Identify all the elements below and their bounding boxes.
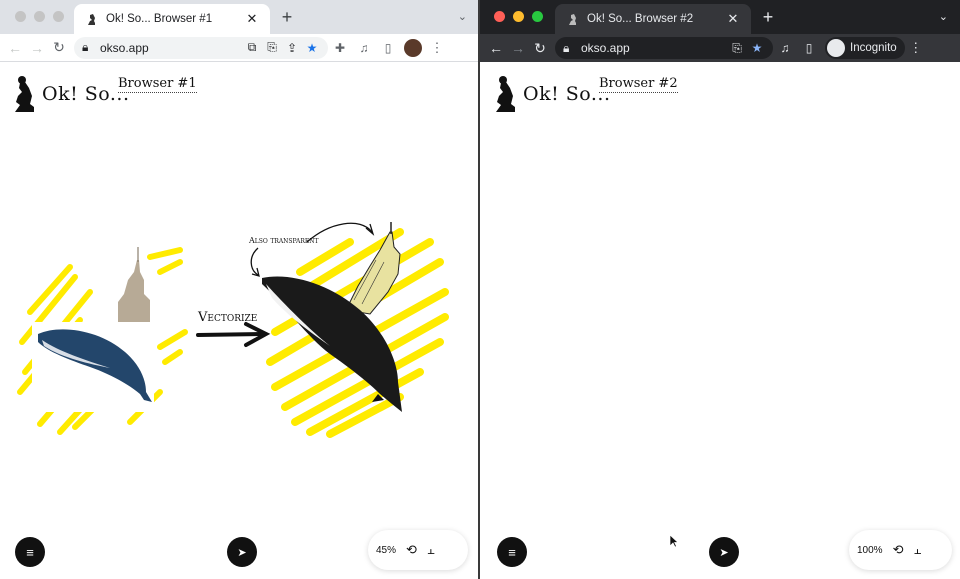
hamburger-icon: ≡	[26, 544, 34, 560]
media-controls-icon[interactable]: ♫	[773, 41, 797, 55]
open-external-icon[interactable]: ⧉	[242, 40, 262, 55]
tab-title: Ok! So... Browser #1	[106, 13, 213, 25]
zoom-level[interactable]: 100%	[857, 545, 883, 556]
navigate-button[interactable]: ➤	[227, 537, 257, 567]
vector-empire-state	[345, 222, 401, 315]
install-app-icon[interactable]: ⎘	[727, 41, 747, 56]
incognito-icon	[827, 39, 845, 57]
browser-toolbar: ← → ↻ 🔒︎ okso.app ⧉ ⎘ ⇪ ★ ✚ ♫ ▯ ⋮	[0, 34, 479, 62]
url-text: okso.app	[581, 41, 630, 55]
more-menu-icon[interactable]: ⋮	[428, 40, 446, 56]
chevron-down-icon[interactable]: ⌄	[458, 10, 467, 23]
navigate-button[interactable]: ➤	[709, 537, 739, 567]
thinker-favicon-icon	[569, 14, 576, 25]
forward-arrow-icon[interactable]: →	[507, 37, 529, 59]
menu-button[interactable]: ≡	[15, 537, 45, 567]
bookmark-star-icon[interactable]: ★	[747, 41, 767, 55]
close-tab-icon[interactable]: ✕	[725, 11, 741, 27]
zoom-level[interactable]: 45%	[376, 545, 396, 556]
side-panel-icon[interactable]: ▯	[797, 41, 821, 55]
history-icon[interactable]: ⟲	[406, 542, 417, 558]
browser-window-1: Ok! So... Browser #1 ✕ + ⌄ ← → ↻ 🔒︎ okso…	[0, 0, 479, 579]
board-canvas[interactable]: Ok! So... Browser #2 ≡ ➤ 100% ⟲ ⫠	[479, 62, 960, 579]
hamburger-icon: ≡	[508, 544, 516, 560]
incognito-indicator[interactable]: Incognito	[825, 37, 905, 59]
transparent-label: Also transparent	[249, 236, 319, 245]
more-menu-icon[interactable]: ⋮	[907, 40, 925, 56]
window-controls	[15, 11, 64, 22]
maximize-window-button[interactable]	[53, 11, 64, 22]
lock-icon: 🔒︎	[82, 40, 89, 54]
install-app-icon[interactable]: ⎘	[262, 40, 282, 55]
send-arrow-icon: ➤	[719, 546, 729, 559]
board-logo[interactable]: Ok! So...	[491, 74, 611, 114]
text-style-icon[interactable]: ⫠	[913, 542, 921, 558]
window-controls	[494, 11, 543, 22]
minimize-window-button[interactable]	[513, 11, 524, 22]
side-panel-icon[interactable]: ▯	[376, 41, 400, 55]
board-logo[interactable]: Ok! So...	[10, 74, 130, 114]
back-arrow-icon[interactable]: ←	[4, 37, 26, 59]
screen: Ok! So... Browser #1 ✕ + ⌄ ← → ↻ 🔒︎ okso…	[0, 0, 960, 579]
close-window-button[interactable]	[15, 11, 26, 22]
tab-strip: Ok! So... Browser #2 ✕ + ⌄	[479, 0, 960, 34]
text-style-icon[interactable]: ⫠	[427, 542, 435, 558]
thinker-logo-icon	[496, 76, 515, 112]
incognito-label: Incognito	[850, 42, 897, 54]
bookmark-star-icon[interactable]: ★	[302, 41, 322, 55]
new-tab-button[interactable]: +	[277, 8, 297, 26]
profile-avatar[interactable]	[404, 38, 422, 57]
logo-text: Ok! So...	[523, 83, 611, 105]
share-icon[interactable]: ⇪	[282, 41, 302, 55]
history-icon[interactable]: ⟲	[893, 542, 904, 558]
close-window-button[interactable]	[494, 11, 505, 22]
vectorize-arrow	[196, 322, 271, 347]
board-name[interactable]: Browser #1	[118, 76, 197, 93]
vectorize-label: Vectorize	[198, 310, 258, 325]
board-canvas[interactable]: Ok! So... Browser #1 Vectorize Also tran…	[0, 62, 479, 579]
reload-icon[interactable]: ↻	[529, 37, 551, 59]
chevron-down-icon[interactable]: ⌄	[939, 10, 948, 23]
media-controls-icon[interactable]: ♫	[352, 41, 376, 55]
empire-state-photo	[118, 247, 150, 324]
minimize-window-button[interactable]	[34, 11, 45, 22]
back-arrow-icon[interactable]: ←	[485, 37, 507, 59]
address-bar[interactable]: 🔒︎ okso.app ⧉ ⎘ ⇪ ★	[74, 36, 328, 59]
window-divider	[478, 0, 480, 579]
tab-title: Ok! So... Browser #2	[587, 13, 694, 25]
thinker-logo-icon	[15, 76, 34, 112]
address-bar[interactable]: 🔒︎ okso.app ⎘ ★	[555, 37, 773, 59]
forward-arrow-icon[interactable]: →	[26, 37, 48, 59]
zoom-controls: 100% ⟲ ⫠	[849, 530, 952, 570]
reload-icon[interactable]: ↻	[48, 37, 70, 59]
browser-tab[interactable]: Ok! So... Browser #2 ✕	[555, 4, 751, 34]
url-text: okso.app	[100, 40, 149, 55]
thinker-favicon-icon	[88, 14, 95, 25]
browser-window-2: Ok! So... Browser #2 ✕ + ⌄ ← → ↻ 🔒︎ okso…	[479, 0, 960, 579]
board-name[interactable]: Browser #2	[599, 76, 678, 93]
browser-tab[interactable]: Ok! So... Browser #1 ✕	[74, 4, 270, 34]
browser-toolbar: ← → ↻ 🔒︎ okso.app ⎘ ★ ♫ ▯ Incognito ⋮	[479, 34, 960, 62]
send-arrow-icon: ➤	[237, 546, 247, 559]
close-tab-icon[interactable]: ✕	[244, 11, 260, 27]
logo-text: Ok! So...	[42, 83, 130, 105]
zoom-controls: 45% ⟲ ⫠	[368, 530, 468, 570]
tab-strip: Ok! So... Browser #1 ✕ + ⌄	[0, 0, 479, 34]
new-tab-button[interactable]: +	[758, 8, 778, 26]
maximize-window-button[interactable]	[532, 11, 543, 22]
menu-button[interactable]: ≡	[497, 537, 527, 567]
mouse-cursor-icon	[669, 534, 679, 548]
extensions-puzzle-icon[interactable]: ✚	[328, 41, 352, 55]
lock-icon: 🔒︎	[563, 40, 570, 55]
